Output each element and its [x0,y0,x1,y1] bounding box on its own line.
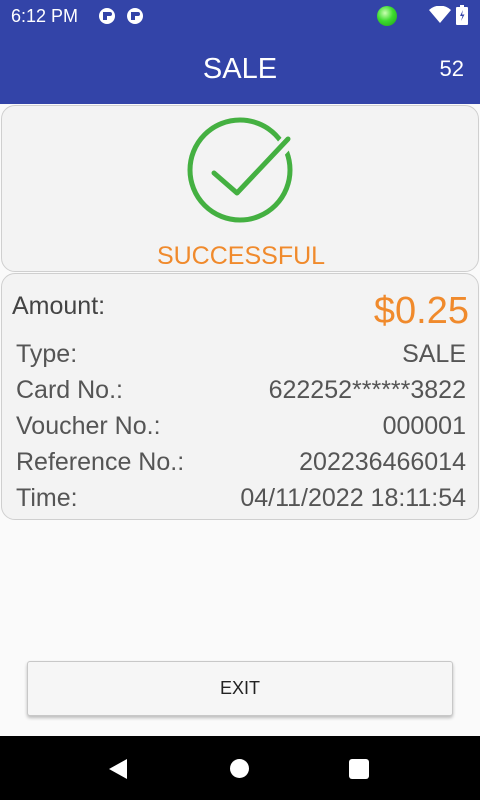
detail-value: SALE [402,340,466,368]
detail-row-type: Type: SALE [16,340,466,370]
detail-value: 04/11/2022 18:11:54 [240,484,466,512]
detail-label: Reference No.: [16,448,185,476]
detail-row-time: Time: 04/11/2022 18:11:54 [16,484,466,514]
transaction-status: SUCCESSFUL [156,242,326,270]
amount-value: $0.25 [373,290,469,332]
detail-value: 000001 [382,412,466,440]
detail-value: 202236466014 [299,448,466,476]
detail-label: Type: [16,340,78,368]
app-bar: SALE 52 [0,32,480,104]
detail-label: Time: [16,484,78,512]
detail-row-card-no: Card No.: 622252******3822 [16,376,466,406]
detail-label: Voucher No.: [16,412,161,440]
home-icon[interactable] [230,759,249,778]
check-circle-icon [187,117,296,223]
amount-label: Amount: [12,292,106,320]
navigation-bar [0,736,480,800]
result-card: SUCCESSFUL [1,105,479,272]
status-bar: 6:12 PM [0,0,480,32]
back-icon[interactable] [108,758,128,780]
status-time: 6:12 PM [11,6,79,26]
detail-label: Card No.: [16,376,123,404]
wifi-icon [429,6,451,23]
exit-button[interactable]: EXIT [27,661,453,716]
detail-row-voucher-no: Voucher No.: 000001 [16,412,466,442]
app-notification-icon [127,8,143,24]
details-card: Amount: $0.25 Type: SALE Card No.: 62225… [1,273,479,520]
page-title: SALE [202,53,278,85]
detail-value: 622252******3822 [268,376,466,404]
countdown-counter: 52 [439,56,464,81]
battery-icon [456,5,468,25]
recents-icon[interactable] [349,759,369,779]
app-notification-icon [99,8,115,24]
green-dot-icon [377,6,397,26]
detail-row-reference-no: Reference No.: 202236466014 [16,448,466,478]
